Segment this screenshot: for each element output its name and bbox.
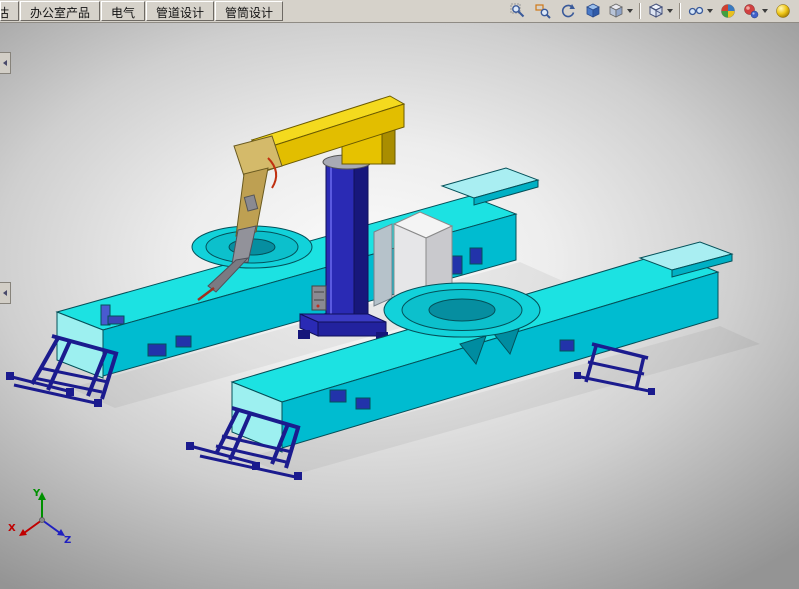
dropdown-caret (667, 9, 673, 13)
tab-tubing-design[interactable]: 管筒设计 (215, 1, 283, 21)
dropdown-caret (762, 9, 768, 13)
collapse-arrow-icon (3, 60, 7, 66)
realview-button[interactable] (716, 1, 739, 22)
display-style-icon (648, 3, 664, 19)
dropdown-caret (627, 9, 633, 13)
apply-scene-button[interactable] (771, 1, 794, 22)
tab-office-products[interactable]: 办公室产品 (20, 1, 100, 21)
dropdown-caret (707, 9, 713, 13)
model-scene: Y X Z (0, 22, 799, 589)
hide-show-items-icon (688, 3, 704, 19)
previous-view-icon (560, 3, 576, 19)
command-bar: 估 办公室产品 电气 管道设计 管筒设计 (0, 0, 799, 23)
tab-evaluate-partial[interactable]: 估 (0, 1, 19, 21)
zoom-to-fit-button[interactable] (506, 1, 529, 22)
left-panel-expander-top[interactable] (0, 52, 11, 74)
tab-piping-design[interactable]: 管道设计 (146, 1, 214, 21)
graphics-viewport[interactable]: Y X Z (0, 22, 799, 589)
zoom-to-fit-icon (510, 3, 526, 19)
section-view-button[interactable] (581, 1, 604, 22)
triad-z-label: Z (64, 535, 71, 546)
apply-scene-icon (775, 3, 791, 19)
toolbar-separator (679, 3, 681, 19)
zoom-to-area-button[interactable] (531, 1, 554, 22)
left-panel-expander-bottom[interactable] (0, 282, 11, 304)
zoom-to-area-icon (535, 3, 551, 19)
view-toolbar (506, 0, 799, 22)
triad-y-label: Y (32, 488, 41, 499)
edit-appearance-button[interactable] (741, 1, 769, 22)
tab-electrical[interactable]: 电气 (101, 1, 145, 21)
toolbar-separator (639, 3, 641, 19)
realview-sphere-icon (720, 3, 736, 19)
view-orientation-icon (608, 3, 624, 19)
triad-x-label: X (8, 523, 16, 534)
collapse-arrow-icon (3, 290, 7, 296)
hide-show-items-button[interactable] (686, 1, 714, 22)
orientation-triad: Y X Z (8, 488, 71, 546)
edit-appearance-icon (743, 3, 759, 19)
section-view-icon (585, 3, 601, 19)
display-style-button[interactable] (646, 1, 674, 22)
previous-view-button[interactable] (556, 1, 579, 22)
view-orientation-button[interactable] (606, 1, 634, 22)
